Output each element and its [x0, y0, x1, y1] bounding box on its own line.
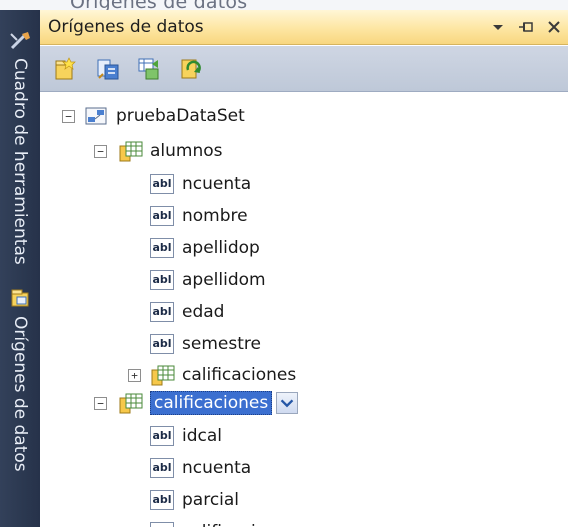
table-name: alumnos [150, 141, 223, 161]
side-tab-strip: Cuadro de herramientas Orígenes de datos [0, 10, 40, 527]
dataset-name: pruebaDataSet [116, 106, 245, 126]
dropdown-arrow-icon[interactable] [488, 17, 508, 37]
table-icon [151, 365, 175, 386]
field-text-icon: abl [150, 426, 174, 446]
tree-node-field[interactable]: abl edad [150, 300, 224, 324]
tree-node-related-table[interactable]: calificaciones [150, 363, 296, 387]
data-sources-icon [11, 289, 29, 307]
field-name: semestre [182, 334, 261, 354]
tree-node-table-alumnos[interactable]: alumnos [118, 139, 223, 163]
field-name: calificacion [182, 522, 277, 527]
title-bar-buttons [488, 17, 564, 37]
expander-minus-icon[interactable]: − [62, 110, 75, 123]
field-text-icon: abl [150, 522, 174, 527]
field-name: apellidom [182, 270, 266, 290]
panel-title-bar: Orígenes de datos [40, 10, 568, 45]
tree-node-field[interactable]: abl parcial [150, 488, 239, 512]
chevron-down-icon [280, 399, 294, 408]
field-name: idcal [182, 426, 223, 446]
field-name: nombre [182, 206, 248, 226]
tab-cuadro-de-herramientas-label: Cuadro de herramientas [10, 58, 30, 265]
field-name: ncuenta [182, 458, 252, 478]
tree-node-field[interactable]: abl calificacion [150, 520, 277, 527]
field-name: parcial [182, 490, 240, 510]
data-sources-tree: − pruebaDataSet − alumnos abl ncuenta ab… [40, 92, 568, 527]
field-text-icon: abl [150, 490, 174, 510]
tree-node-field[interactable]: abl nombre [150, 204, 248, 228]
tree-node-field[interactable]: abl apellidom [150, 268, 266, 292]
field-text-icon: abl [150, 334, 174, 354]
configure-dataset-with-wizard-icon[interactable] [136, 56, 162, 82]
field-text-icon: abl [150, 458, 174, 478]
field-text-icon: abl [150, 302, 174, 322]
related-table-name: calificaciones [182, 365, 297, 385]
tab-origenes-de-datos[interactable]: Orígenes de datos [5, 288, 35, 478]
dataset-icon [85, 107, 107, 125]
tree-node-field[interactable]: abl idcal [150, 424, 222, 448]
table-icon [119, 393, 143, 414]
field-name: apellidop [182, 238, 260, 258]
close-icon[interactable] [544, 17, 564, 37]
panel-toolbar [40, 46, 568, 92]
table-name-selected: calificaciones [150, 391, 273, 415]
tree-node-field[interactable]: abl ncuenta [150, 456, 251, 480]
window-top-strip: Orígenes de datos [0, 0, 568, 13]
control-type-dropdown[interactable] [276, 392, 299, 414]
tree-node-table-calificaciones[interactable]: calificaciones [118, 391, 299, 415]
tree-node-field[interactable]: abl apellidop [150, 236, 260, 260]
field-name: ncuenta [182, 174, 252, 194]
field-text-icon: abl [150, 270, 174, 290]
pin-icon[interactable] [516, 17, 536, 37]
tree-node-field[interactable]: abl semestre [150, 332, 261, 356]
tree-node-dataset[interactable]: pruebaDataSet [84, 104, 245, 128]
expander-minus-icon[interactable]: − [94, 145, 107, 158]
field-name: edad [182, 302, 225, 322]
edit-dataset-with-designer-icon[interactable] [95, 56, 121, 82]
table-icon [119, 141, 143, 162]
field-text-icon: abl [150, 238, 174, 258]
tree-node-field[interactable]: abl ncuenta [150, 172, 251, 196]
tab-cuadro-de-herramientas[interactable]: Cuadro de herramientas [5, 58, 35, 290]
refresh-icon[interactable] [178, 56, 204, 82]
data-sources-panel: Orígenes de datos − pruebaDataSet − alum… [40, 10, 568, 527]
expander-plus-icon[interactable]: + [128, 369, 141, 382]
field-text-icon: abl [150, 174, 174, 194]
expander-minus-icon[interactable]: − [94, 397, 107, 410]
panel-title: Orígenes de datos [48, 17, 204, 37]
toolbox-icon [10, 32, 30, 50]
add-new-data-source-icon[interactable] [52, 56, 78, 82]
tab-origenes-de-datos-label: Orígenes de datos [10, 316, 30, 472]
field-text-icon: abl [150, 206, 174, 226]
